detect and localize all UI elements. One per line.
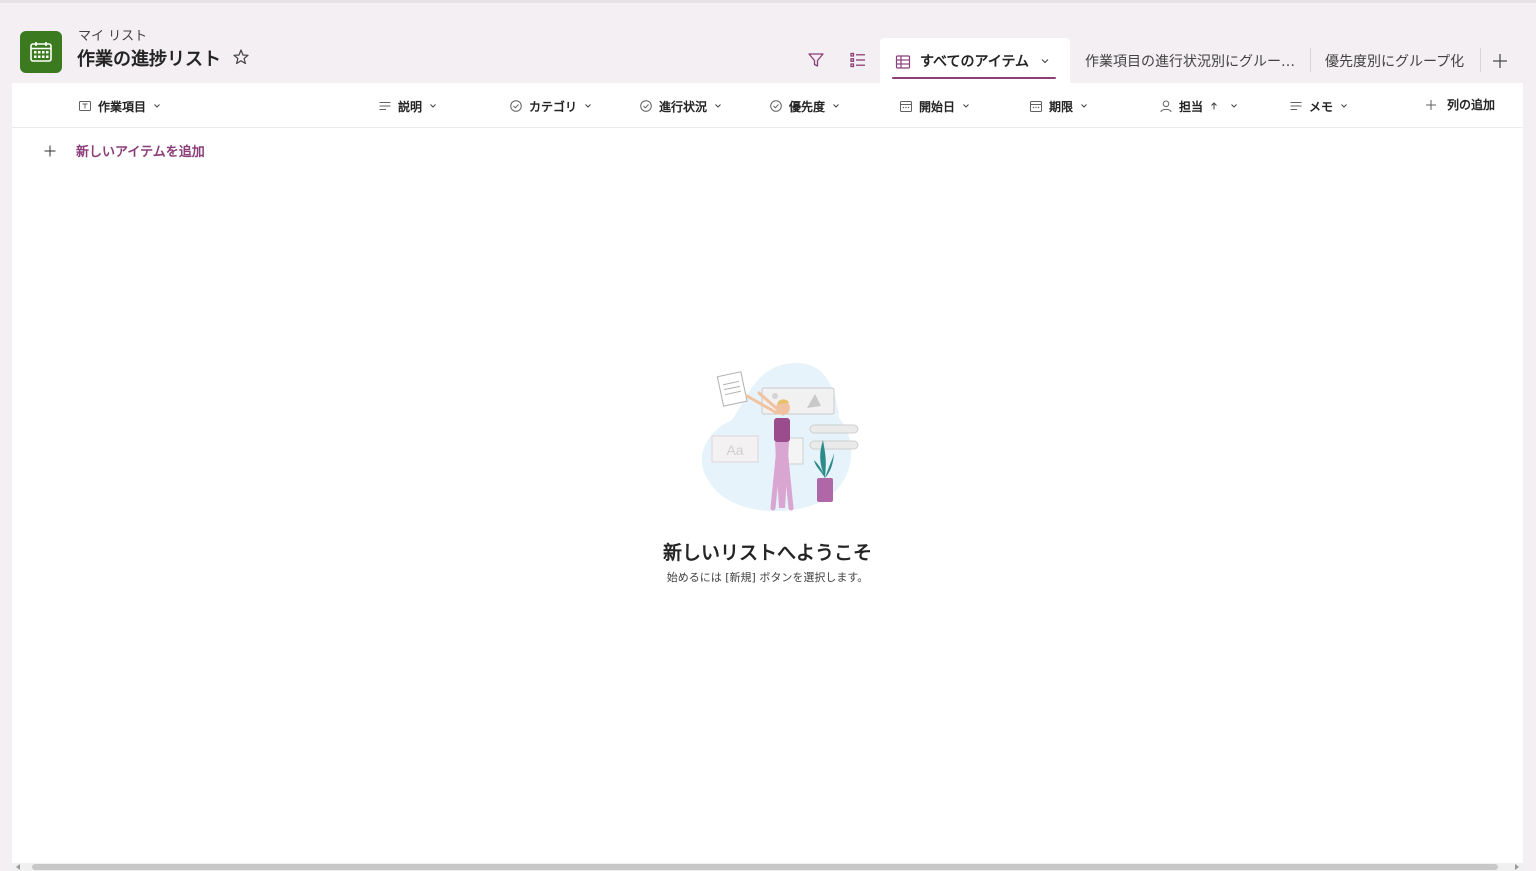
chevron-down-icon [1081, 104, 1087, 108]
column-header-label: 優先度 [789, 99, 826, 114]
choice-icon [510, 100, 522, 112]
scroll-right-arrow-icon[interactable] [1515, 864, 1519, 870]
column-header-label: 説明 [398, 99, 423, 114]
tab-divider [1310, 48, 1311, 72]
choice-icon [640, 100, 652, 112]
tab-group-by-status[interactable]: 作業項目の進行状況別にグルー… [1085, 51, 1295, 71]
tab-group-by-priority[interactable]: 優先度別にグループ化 [1325, 51, 1464, 71]
column-header-label: 進行状況 [659, 99, 708, 114]
chevron-down-icon [1341, 104, 1347, 108]
sort-ascending-icon [1211, 102, 1217, 110]
column-header-label: 担当 [1179, 99, 1204, 114]
column-header-category[interactable]: カテゴリ [509, 96, 593, 116]
column-header-label: カテゴリ [529, 99, 578, 114]
list-header: マイ リスト 作業の進捗リスト すべてのアイテム 作業項目の進行状況別にグルー…… [0, 3, 1536, 86]
calendar-list-icon [20, 31, 62, 73]
column-header-label: 期限 [1049, 99, 1074, 114]
page-title: 作業の進捗リスト [77, 49, 221, 70]
calendar-icon [1030, 101, 1042, 112]
column-header-assignee[interactable]: 担当 [1159, 96, 1239, 116]
view-options-icon[interactable] [848, 50, 868, 70]
scroll-left-arrow-icon[interactable] [16, 864, 20, 870]
add-view-icon[interactable] [1491, 52, 1509, 70]
title-icon [79, 101, 91, 111]
column-header-row: 作業項目 説明 カテゴリ 進行状況 優先度 開始日 期限 担当 メモ 列の追加 [12, 83, 1523, 128]
calendar-icon [900, 101, 912, 112]
add-column-button[interactable]: 列の追加 [1425, 96, 1495, 113]
column-header-notes[interactable]: メモ [1289, 96, 1349, 116]
add-new-item-label: 新しいアイテムを追加 [76, 145, 205, 160]
svg-text:Aa: Aa [726, 442, 743, 458]
column-header-description[interactable]: 説明 [378, 96, 438, 116]
column-header-start-date[interactable]: 開始日 [899, 96, 971, 116]
text-lines-icon [1290, 102, 1302, 110]
empty-state-title: 新しいリストへようこそ [662, 542, 872, 564]
tab-divider [1480, 48, 1481, 72]
chevron-down-icon [833, 104, 839, 108]
active-tab-indicator [892, 77, 1056, 79]
column-header-due-date[interactable]: 期限 [1029, 96, 1089, 116]
column-header-label: メモ [1309, 99, 1334, 114]
chevron-down-icon[interactable] [1040, 56, 1050, 66]
text-lines-icon [379, 102, 391, 110]
scrollbar-thumb[interactable] [32, 864, 1498, 870]
column-header-priority[interactable]: 優先度 [769, 96, 841, 116]
chevron-down-icon [715, 104, 721, 108]
table-icon [895, 55, 911, 69]
chevron-down-icon [963, 104, 969, 108]
list-content: 作業項目 説明 カテゴリ 進行状況 優先度 開始日 期限 担当 メモ 列の追加 … [12, 83, 1523, 863]
choice-icon [770, 100, 782, 112]
chevron-down-icon [154, 104, 160, 108]
plus-icon [1426, 99, 1436, 110]
tab-all-items-label: すべてのアイテム [920, 54, 1030, 70]
chevron-down-icon [585, 104, 591, 108]
filter-icon[interactable] [806, 50, 826, 70]
chevron-down-icon [1231, 104, 1237, 108]
plus-icon [44, 145, 56, 156]
column-header-label: 開始日 [919, 99, 956, 114]
add-column-label: 列の追加 [1447, 98, 1496, 112]
empty-state-subtitle: 始めるには [新規] ボタンを選択します。 [666, 571, 869, 584]
empty-list-illustration: Aa [701, 363, 859, 512]
column-header-work-item[interactable]: 作業項目 [78, 96, 162, 116]
tab-all-items[interactable]: すべてのアイテム [880, 38, 1070, 86]
add-new-item-button[interactable]: 新しいアイテムを追加 [44, 141, 205, 160]
chevron-down-icon [430, 104, 436, 108]
column-header-label: 作業項目 [98, 99, 147, 114]
breadcrumb[interactable]: マイ リスト [78, 25, 147, 44]
horizontal-scrollbar[interactable] [12, 863, 1523, 871]
column-header-status[interactable]: 進行状況 [639, 96, 723, 116]
star-icon[interactable] [232, 48, 250, 66]
person-icon [1160, 100, 1172, 113]
